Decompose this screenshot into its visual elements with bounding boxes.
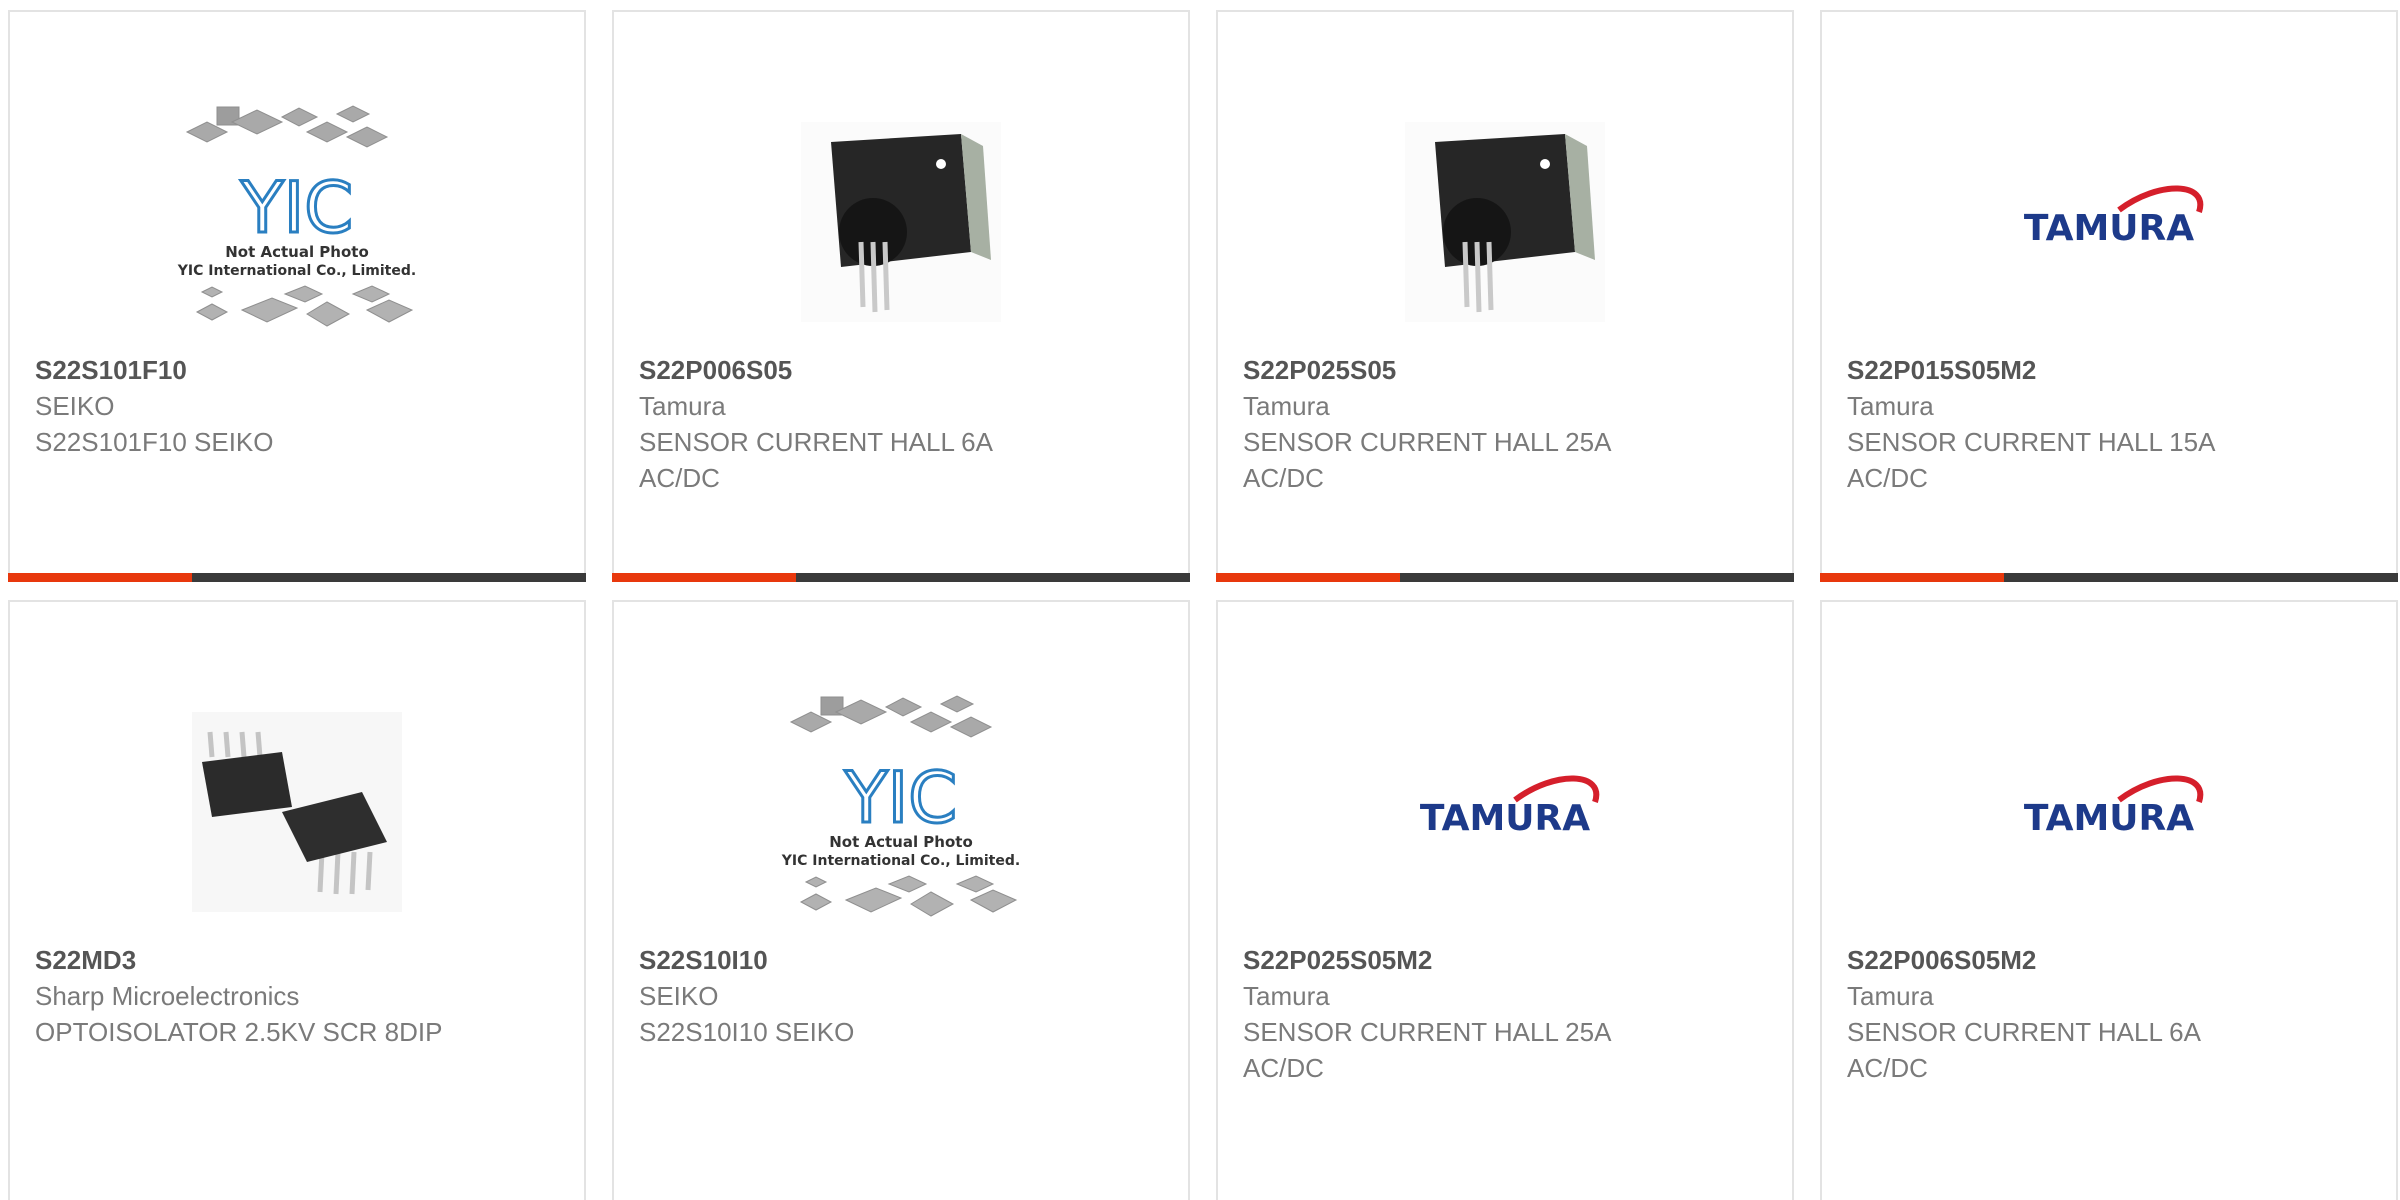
card-underline xyxy=(612,573,1190,582)
part-number[interactable]: S22P006S05M2 xyxy=(1847,942,2376,978)
product-card[interactable]: S22MD3 Sharp Microelectronics OPTOISOLAT… xyxy=(8,600,586,1200)
part-number[interactable]: S22S10I10 xyxy=(639,942,1168,978)
product-image[interactable] xyxy=(10,682,584,942)
manufacturer: Tamura xyxy=(639,391,726,421)
tamura-logo: TAMURA xyxy=(2024,185,2204,249)
dip-chips-photo xyxy=(192,712,402,912)
svg-text:TAMURA: TAMURA xyxy=(2024,798,2194,839)
manufacturer: Tamura xyxy=(1243,981,1330,1011)
manufacturer: SEIKO xyxy=(35,391,115,421)
product-card[interactable]: TAMURA S22P006S05M2 Tamura SENSOR CURREN… xyxy=(1820,600,2398,1200)
card-underline xyxy=(1216,573,1794,582)
description: OPTOISOLATOR 2.5KV SCR 8DIP xyxy=(35,1017,443,1047)
product-image[interactable]: YIC Not Actual Photo YIC International C… xyxy=(10,92,584,352)
product-image[interactable]: TAMURA xyxy=(1822,682,2396,942)
svg-text:TAMURA: TAMURA xyxy=(2024,208,2194,249)
description: S22S101F10 SEIKO xyxy=(35,427,274,457)
part-number[interactable]: S22MD3 xyxy=(35,942,564,978)
product-image[interactable]: YIC Not Actual Photo YIC International C… xyxy=(614,682,1188,942)
placeholder-caption-line1: Not Actual Photo xyxy=(829,833,973,851)
placeholder-caption-line2: YIC International Co., Limited. xyxy=(177,263,416,279)
not-actual-photo-placeholder: YIC Not Actual Photo YIC International C… xyxy=(781,695,1020,917)
part-number[interactable]: S22P025S05M2 xyxy=(1243,942,1772,978)
description: SENSOR CURRENT HALL 25A AC/DC xyxy=(1243,1017,1611,1083)
part-number[interactable]: S22P025S05 xyxy=(1243,352,1772,388)
yic-logo: YIC xyxy=(240,167,353,249)
description: SENSOR CURRENT HALL 6A AC/DC xyxy=(639,427,992,493)
tamura-logo: TAMURA xyxy=(2024,775,2204,839)
yic-logo: YIC xyxy=(844,757,957,839)
svg-text:TAMURA: TAMURA xyxy=(1420,798,1590,839)
placeholder-caption-line1: Not Actual Photo xyxy=(225,243,369,261)
manufacturer: Tamura xyxy=(1847,981,1934,1011)
manufacturer: Sharp Microelectronics xyxy=(35,981,300,1011)
manufacturer: Tamura xyxy=(1847,391,1934,421)
card-underline xyxy=(1820,573,2398,582)
product-image[interactable] xyxy=(1218,92,1792,352)
manufacturer: SEIKO xyxy=(639,981,719,1011)
description: S22S10I10 SEIKO xyxy=(639,1017,855,1047)
description: SENSOR CURRENT HALL 25A AC/DC xyxy=(1243,427,1611,493)
hall-sensor-photo xyxy=(801,122,1001,322)
part-number[interactable]: S22P015S05M2 xyxy=(1847,352,2376,388)
card-underline xyxy=(8,573,586,582)
manufacturer: Tamura xyxy=(1243,391,1330,421)
product-card[interactable]: TAMURA S22P015S05M2 Tamura SENSOR CURREN… xyxy=(1820,10,2398,582)
product-card[interactable]: YIC Not Actual Photo YIC International C… xyxy=(612,600,1190,1200)
description: SENSOR CURRENT HALL 15A AC/DC xyxy=(1847,427,2215,493)
product-card[interactable]: TAMURA S22P025S05M2 Tamura SENSOR CURREN… xyxy=(1216,600,1794,1200)
hall-sensor-photo xyxy=(1405,122,1605,322)
product-card[interactable]: S22P025S05 Tamura SENSOR CURRENT HALL 25… xyxy=(1216,10,1794,582)
product-card[interactable]: S22P006S05 Tamura SENSOR CURRENT HALL 6A… xyxy=(612,10,1190,582)
tamura-logo: TAMURA xyxy=(1420,775,1600,839)
product-image[interactable]: TAMURA xyxy=(1218,682,1792,942)
part-number[interactable]: S22S101F10 xyxy=(35,352,564,388)
description: SENSOR CURRENT HALL 6A AC/DC xyxy=(1847,1017,2200,1083)
part-number[interactable]: S22P006S05 xyxy=(639,352,1168,388)
not-actual-photo-placeholder: YIC Not Actual Photo YIC International C… xyxy=(177,105,416,327)
product-card[interactable]: YIC Not Actual Photo YIC International C… xyxy=(8,10,586,582)
product-image[interactable]: TAMURA xyxy=(1822,92,2396,352)
placeholder-caption-line2: YIC International Co., Limited. xyxy=(781,853,1020,869)
product-image[interactable] xyxy=(614,92,1188,352)
